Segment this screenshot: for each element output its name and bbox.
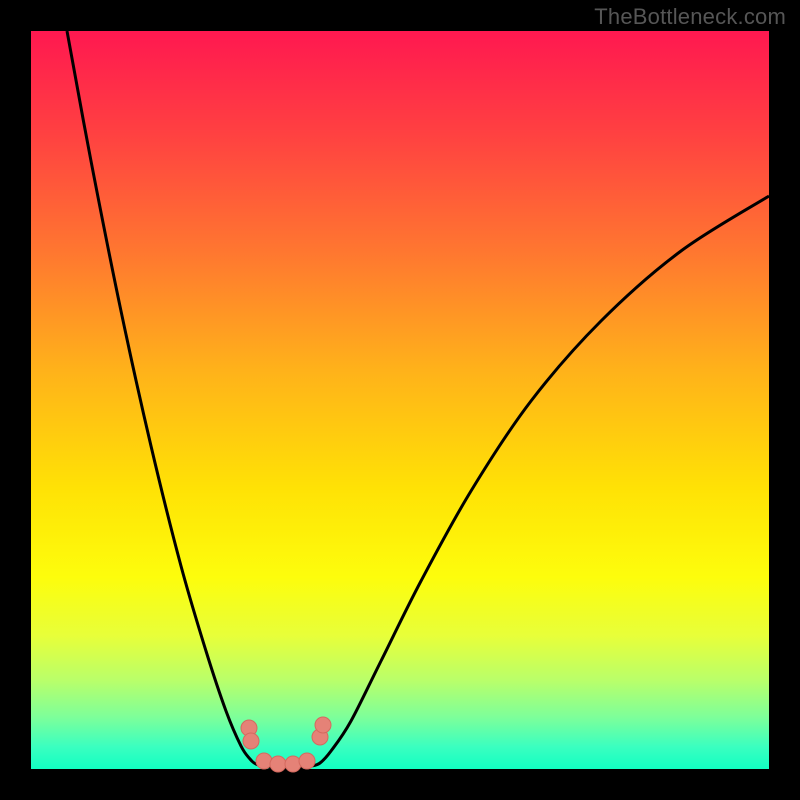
- data-marker: [299, 753, 315, 769]
- watermark-text: TheBottleneck.com: [594, 4, 786, 30]
- chart-frame: TheBottleneck.com: [0, 0, 800, 800]
- data-marker: [315, 717, 331, 733]
- bottleneck-curve: [67, 31, 769, 768]
- data-marker: [243, 733, 259, 749]
- plot-area: [31, 31, 769, 769]
- chart-svg: [31, 31, 769, 769]
- data-marker: [256, 753, 272, 769]
- data-marker: [270, 756, 286, 772]
- data-marker: [285, 756, 301, 772]
